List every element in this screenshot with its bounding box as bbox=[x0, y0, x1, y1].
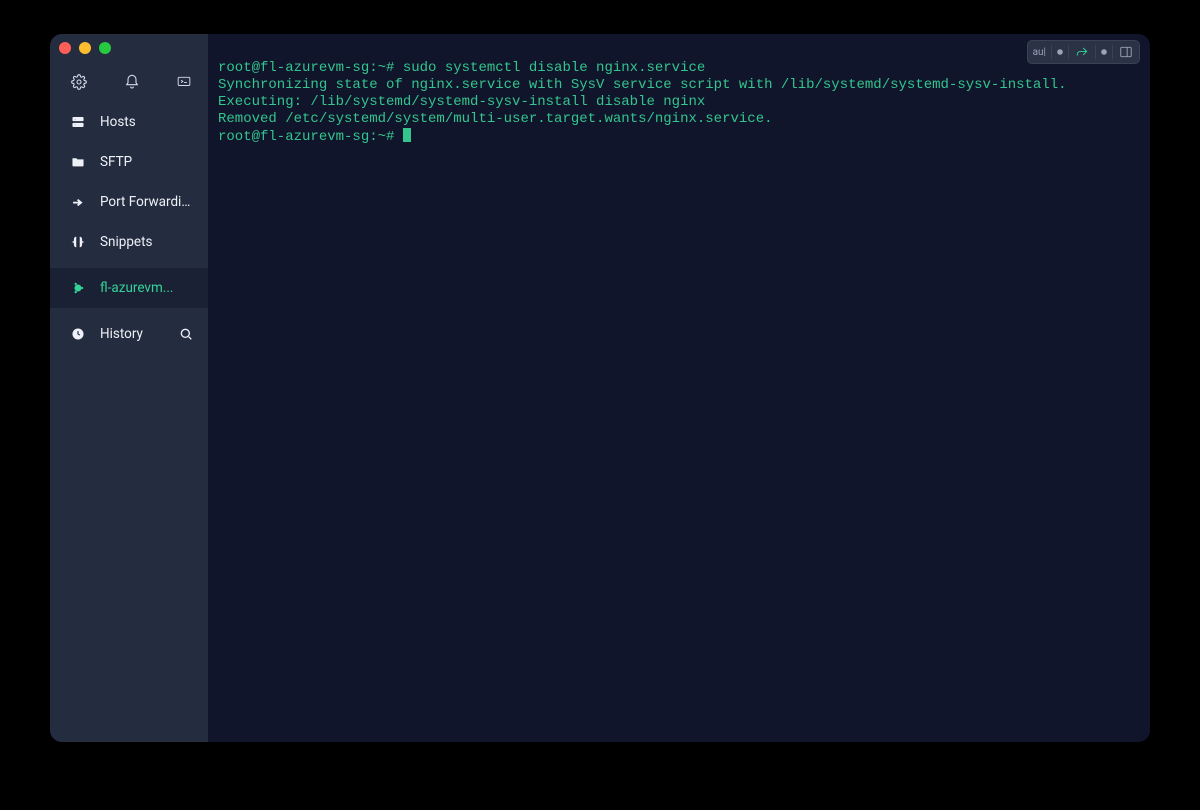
share-icon[interactable] bbox=[1074, 41, 1090, 63]
port-forwarding-icon bbox=[70, 194, 86, 210]
maximize-window-button[interactable] bbox=[99, 42, 111, 54]
sidebar-item-label: Hosts bbox=[100, 114, 136, 130]
sidebar-icon-row bbox=[50, 62, 208, 102]
sidebar-item-sftp[interactable]: SFTP bbox=[50, 142, 208, 182]
new-terminal-icon[interactable] bbox=[175, 73, 193, 91]
sidebar: Hosts SFTP Port Forwarding Snippets bbox=[50, 34, 208, 742]
terminal-pane[interactable]: au| root@fl-azurevm-sg:~# sudo systemctl… bbox=[208, 34, 1150, 742]
sidebar-item-hosts[interactable]: Hosts bbox=[50, 102, 208, 142]
toolbar-badge[interactable]: au| bbox=[1033, 41, 1046, 63]
sidebar-nav: Hosts SFTP Port Forwarding Snippets bbox=[50, 102, 208, 354]
terminal-line: Synchronizing state of nginx.service wit… bbox=[218, 77, 1067, 93]
sidebar-item-label: Snippets bbox=[100, 234, 152, 250]
sidebar-item-label: Port Forwarding bbox=[100, 194, 195, 210]
folder-icon bbox=[70, 154, 86, 170]
sidebar-item-label: History bbox=[100, 326, 143, 342]
toolbar-dot-2-icon[interactable] bbox=[1101, 41, 1107, 63]
terminal-line: Removed /etc/systemd/system/multi-user.t… bbox=[218, 111, 773, 127]
terminal-line: root@fl-azurevm-sg:~# sudo systemctl dis… bbox=[218, 60, 705, 76]
history-icon bbox=[70, 326, 86, 342]
sidebar-item-snippets[interactable]: Snippets bbox=[50, 222, 208, 262]
app-window: Hosts SFTP Port Forwarding Snippets bbox=[50, 34, 1150, 742]
window-controls bbox=[50, 34, 208, 62]
sidebar-item-history[interactable]: History bbox=[50, 314, 208, 354]
minimize-window-button[interactable] bbox=[79, 42, 91, 54]
sidebar-item-label: SFTP bbox=[100, 154, 132, 170]
terminal-output[interactable]: root@fl-azurevm-sg:~# sudo systemctl dis… bbox=[208, 34, 1150, 156]
toolbar-dot-icon[interactable] bbox=[1057, 41, 1063, 63]
split-pane-icon[interactable] bbox=[1118, 41, 1134, 63]
sidebar-item-port-forwarding[interactable]: Port Forwarding bbox=[50, 182, 208, 222]
notifications-icon[interactable] bbox=[123, 73, 141, 91]
sidebar-item-session[interactable]: fl-azurevm... bbox=[50, 268, 208, 308]
terminal-cursor bbox=[403, 128, 411, 142]
terminal-line: Executing: /lib/systemd/systemd-sysv-ins… bbox=[218, 94, 705, 110]
hosts-icon bbox=[70, 114, 86, 130]
search-history-icon[interactable] bbox=[178, 326, 194, 342]
close-window-button[interactable] bbox=[59, 42, 71, 54]
snippets-icon bbox=[70, 234, 86, 250]
settings-icon[interactable] bbox=[70, 73, 88, 91]
sidebar-item-label: fl-azurevm... bbox=[100, 280, 173, 296]
ubuntu-icon bbox=[70, 280, 86, 296]
terminal-line: root@fl-azurevm-sg:~# bbox=[218, 129, 403, 145]
terminal-toolbar: au| bbox=[1027, 40, 1140, 64]
